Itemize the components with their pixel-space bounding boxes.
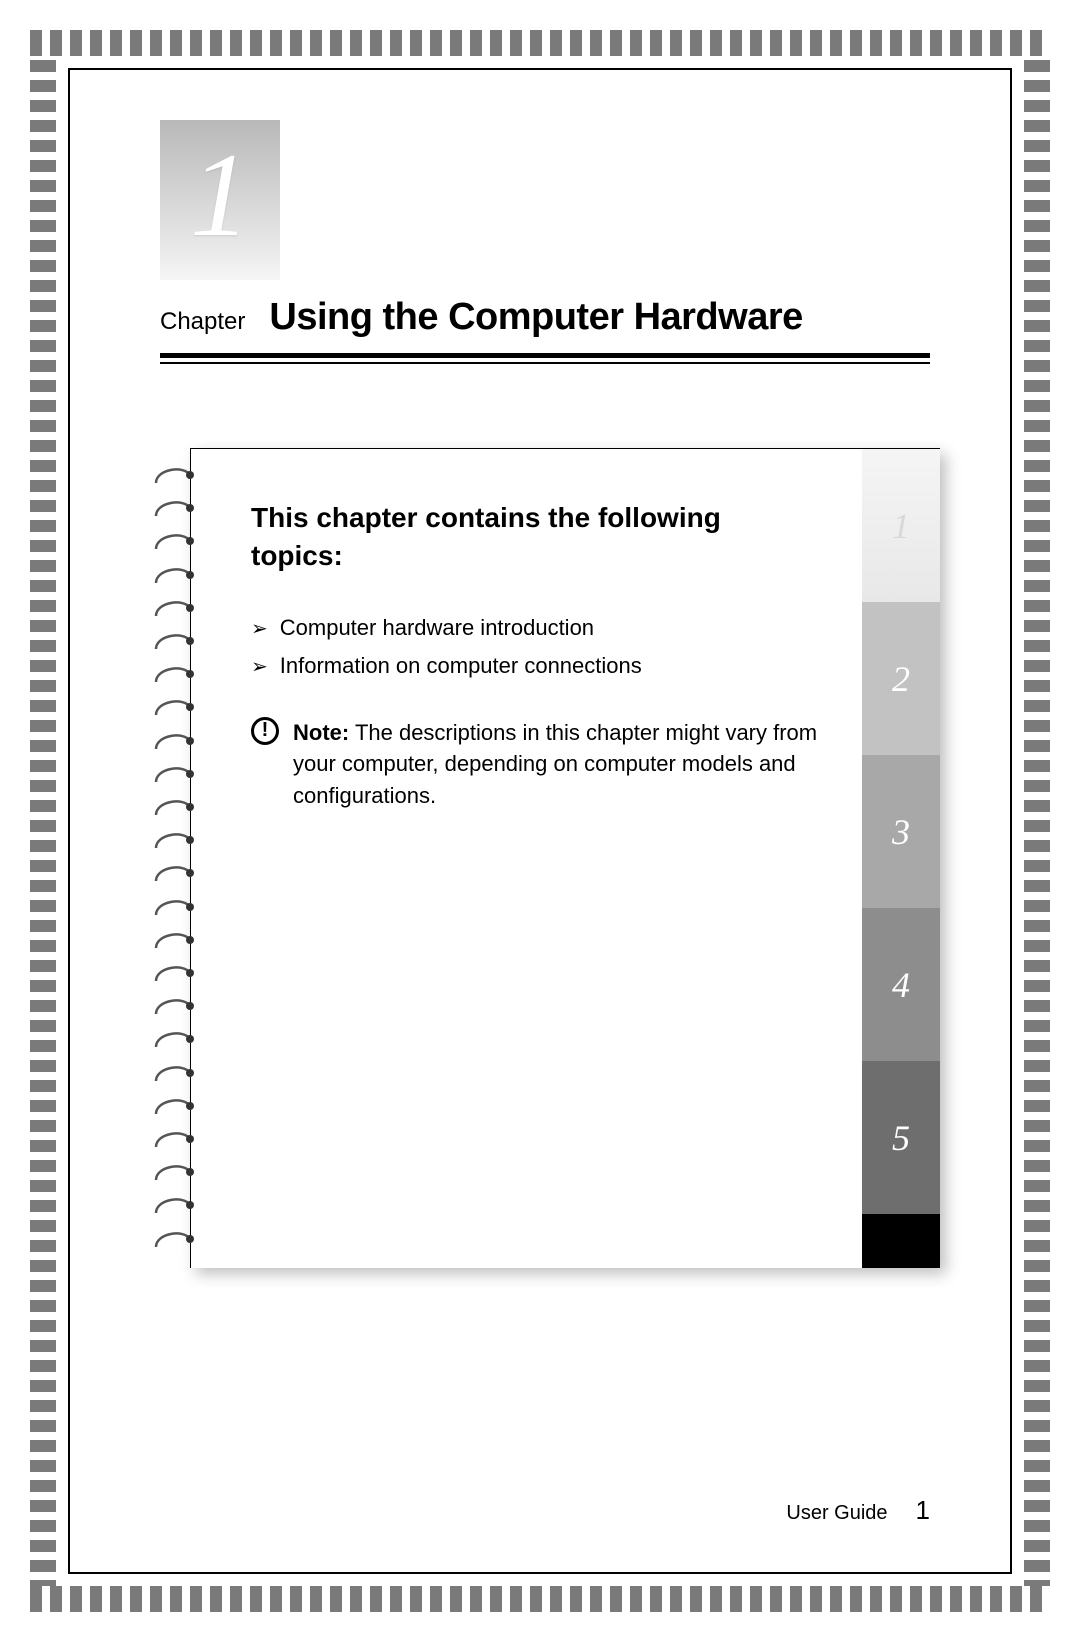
note-text: Note: The descriptions in this chapter m… — [293, 717, 820, 813]
section-tab-4: 4 — [862, 908, 940, 1061]
spiral-ring-icon — [150, 961, 196, 987]
section-tab-spacer — [862, 1214, 940, 1268]
section-tab-1: 1 — [862, 449, 940, 602]
spiral-ring-icon — [150, 928, 196, 954]
page-content: 1 Chapter Using the Computer Hardware 1 … — [70, 70, 1010, 1572]
list-item: ➢ Computer hardware introduction — [251, 615, 820, 643]
topics-heading: This chapter contains the following topi… — [251, 499, 820, 575]
section-tabs: 1 2 3 4 5 — [862, 449, 940, 1268]
note-label: Note: — [293, 720, 349, 745]
bullet-arrow-icon: ➢ — [251, 653, 268, 681]
list-item: ➢ Information on computer connections — [251, 653, 820, 681]
footer-doc-name: User Guide — [786, 1502, 887, 1525]
notebook-content: This chapter contains the following topi… — [251, 499, 820, 1238]
exclamation-icon: ! — [251, 717, 279, 745]
spiral-ring-icon — [150, 596, 196, 622]
page-footer: User Guide 1 — [786, 1495, 930, 1526]
spiral-ring-icon — [150, 662, 196, 688]
spiral-ring-icon — [150, 695, 196, 721]
spiral-ring-icon — [150, 496, 196, 522]
spiral-ring-icon — [150, 729, 196, 755]
topic-text: Information on computer connections — [280, 653, 642, 679]
spiral-ring-icon — [150, 994, 196, 1020]
spiral-ring-icon — [150, 1193, 196, 1219]
section-tab-3: 3 — [862, 755, 940, 908]
spiral-ring-icon — [150, 1027, 196, 1053]
spiral-ring-icon — [150, 563, 196, 589]
chapter-label: Chapter — [160, 308, 245, 336]
note-body: The descriptions in this chapter might v… — [293, 720, 817, 809]
notebook: 1 2 3 4 5 This chapter contains the foll… — [150, 448, 940, 1268]
footer-page-number: 1 — [916, 1495, 930, 1526]
spiral-ring-icon — [150, 1227, 196, 1253]
spiral-ring-icon — [150, 529, 196, 555]
section-tab-2: 2 — [862, 602, 940, 755]
spiral-ring-icon — [150, 1094, 196, 1120]
topics-list: ➢ Computer hardware introduction ➢ Infor… — [251, 615, 820, 681]
spiral-binding — [150, 463, 208, 1253]
spiral-ring-icon — [150, 762, 196, 788]
spiral-ring-icon — [150, 1127, 196, 1153]
spiral-ring-icon — [150, 463, 196, 489]
section-tab-5: 5 — [862, 1061, 940, 1214]
chapter-number-badge: 1 — [160, 120, 280, 280]
bullet-arrow-icon: ➢ — [251, 615, 268, 643]
spiral-ring-icon — [150, 795, 196, 821]
chapter-title-row: Chapter Using the Computer Hardware — [160, 296, 930, 358]
chapter-title: Using the Computer Hardware — [269, 296, 802, 339]
spiral-ring-icon — [150, 629, 196, 655]
spiral-ring-icon — [150, 1160, 196, 1186]
notebook-page: 1 2 3 4 5 This chapter contains the foll… — [190, 448, 940, 1268]
spiral-ring-icon — [150, 895, 196, 921]
page-inner-border: 1 Chapter Using the Computer Hardware 1 … — [68, 68, 1012, 1574]
note-block: ! Note: The descriptions in this chapter… — [251, 717, 820, 813]
spiral-ring-icon — [150, 1061, 196, 1087]
chapter-number: 1 — [160, 120, 280, 270]
topic-text: Computer hardware introduction — [280, 615, 594, 641]
spiral-ring-icon — [150, 861, 196, 887]
spiral-ring-icon — [150, 828, 196, 854]
